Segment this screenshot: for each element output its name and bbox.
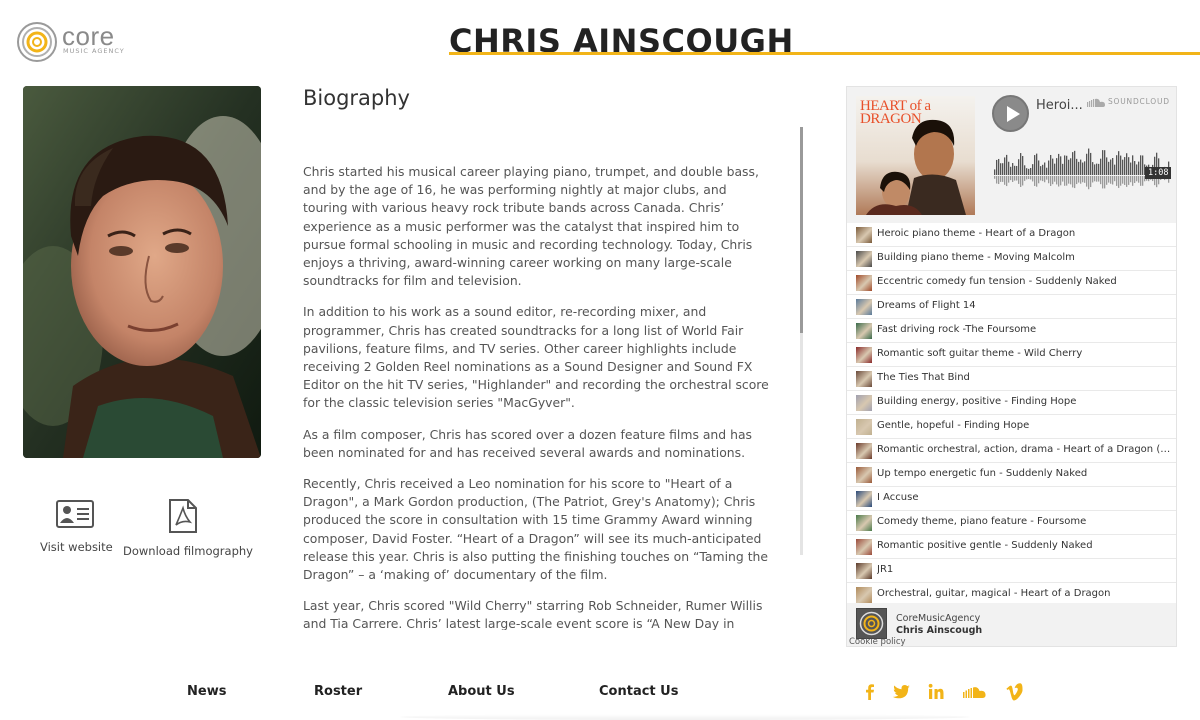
track-list-item[interactable]: Gentle, hopeful - Finding Hope (847, 415, 1176, 439)
biography-text[interactable]: Chris started his musical career playing… (303, 163, 773, 630)
track-list-item[interactable]: Romantic soft guitar theme - Wild Cherry (847, 343, 1176, 367)
biography-scrollbar-thumb[interactable] (800, 127, 803, 333)
track-thumbnail (856, 539, 872, 555)
waveform[interactable] (994, 145, 1170, 195)
soundcloud-player[interactable]: HEART of a DRAGON Heroi... SOUNDCLOUD 1:… (846, 86, 1177, 647)
play-button[interactable] (992, 95, 1029, 132)
account-avatar[interactable] (856, 608, 887, 639)
track-title: Orchestral, guitar, magical - Heart of a… (877, 588, 1111, 599)
track-title: Romantic orchestral, action, drama - Hea… (877, 444, 1172, 455)
nav-about-us[interactable]: About Us (448, 684, 515, 699)
linkedin-icon[interactable] (926, 683, 946, 701)
current-track-title[interactable]: Heroi... (1036, 98, 1083, 113)
track-title: Romantic soft guitar theme - Wild Cherry (877, 348, 1083, 359)
cookie-policy-link[interactable]: Cookie policy (849, 637, 906, 646)
download-filmography-label: Download filmography (123, 544, 253, 558)
track-list-item[interactable]: JR1 (847, 559, 1176, 583)
track-list-item[interactable]: Romantic orchestral, action, drama - Hea… (847, 439, 1176, 463)
visit-website-label: Visit website (40, 540, 113, 554)
playlist-owner[interactable]: Chris Ainscough (896, 625, 982, 636)
track-title: Building energy, positive - Finding Hope (877, 396, 1077, 407)
soundcloud-logo-icon (1087, 98, 1105, 107)
track-thumbnail (856, 563, 872, 579)
pdf-document-icon (169, 499, 197, 533)
biography-paragraph: Last year, Chris scored "Wild Cherry" st… (303, 598, 763, 630)
contact-card-icon (56, 500, 94, 528)
track-list-item[interactable]: Eccentric comedy fun tension - Suddenly … (847, 271, 1176, 295)
biography-heading: Biography (303, 86, 410, 110)
artwork-title: HEART of a DRAGON (860, 98, 931, 127)
track-list-item[interactable]: Building piano theme - Moving Malcolm (847, 247, 1176, 271)
track-list-item[interactable]: The Ties That Bind (847, 367, 1176, 391)
track-thumbnail (856, 323, 872, 339)
track-duration: 1:08 (1145, 167, 1172, 179)
track-title: Building piano theme - Moving Malcolm (877, 252, 1075, 263)
biography-paragraph: In addition to his work as a sound edito… (303, 304, 769, 411)
track-thumbnail (856, 419, 872, 435)
track-list-item[interactable]: Building energy, positive - Finding Hope (847, 391, 1176, 415)
visit-website-button[interactable]: Visit website (40, 498, 113, 554)
twitter-icon[interactable] (891, 683, 911, 701)
soundcloud-brand-label: SOUNDCLOUD (1108, 97, 1170, 106)
track-title: Up tempo energetic fun - Suddenly Naked (877, 468, 1088, 479)
track-title: The Ties That Bind (877, 372, 970, 383)
track-thumbnail (856, 491, 872, 507)
track-list-item[interactable]: Romantic positive gentle - Suddenly Nake… (847, 535, 1176, 559)
track-title: JR1 (877, 564, 894, 575)
soundcloud-brand[interactable]: SOUNDCLOUD (1087, 97, 1170, 107)
track-thumbnail (856, 395, 872, 411)
track-title: Heroic piano theme - Heart of a Dragon (877, 228, 1076, 239)
track-title: Comedy theme, piano feature - Foursome (877, 516, 1087, 527)
track-title: Dreams of Flight 14 (877, 300, 976, 311)
track-list[interactable]: Heroic piano theme - Heart of a Dragon Bu… (847, 223, 1176, 603)
vimeo-icon[interactable] (1004, 683, 1024, 701)
soundcloud-footer: CoreMusicAgency Chris Ainscough Cookie p… (847, 603, 1176, 646)
track-list-item[interactable]: Orchestral, guitar, magical - Heart of a… (847, 583, 1176, 603)
track-list-item[interactable]: Heroic piano theme - Heart of a Dragon (847, 223, 1176, 247)
core-logo[interactable]: core MUSIC AGENCY (16, 20, 136, 64)
biography-paragraph: Chris started his musical career playing… (303, 164, 759, 289)
nav-contact-us[interactable]: Contact Us (599, 684, 678, 699)
track-list-item[interactable]: Up tempo energetic fun - Suddenly Naked (847, 463, 1176, 487)
track-thumbnail (856, 587, 872, 603)
nav-roster[interactable]: Roster (314, 684, 362, 699)
facebook-icon[interactable] (860, 683, 880, 701)
download-filmography-button[interactable]: Download filmography (123, 498, 253, 558)
track-thumbnail (856, 371, 872, 387)
artist-portrait (23, 86, 261, 458)
track-thumbnail (856, 227, 872, 243)
track-title: Romantic positive gentle - Suddenly Nake… (877, 540, 1093, 551)
biography-scrollbar[interactable] (800, 127, 803, 555)
track-list-item[interactable]: I Accuse (847, 487, 1176, 511)
track-title: Gentle, hopeful - Finding Hope (877, 420, 1030, 431)
logo-subtitle: MUSIC AGENCY (63, 47, 125, 55)
track-title: Eccentric comedy fun tension - Suddenly … (877, 276, 1117, 287)
soundcloud-icon[interactable] (963, 683, 987, 701)
track-thumbnail (856, 347, 872, 363)
logo-rings-icon (17, 22, 57, 62)
track-thumbnail (856, 251, 872, 267)
track-thumbnail (856, 515, 872, 531)
footer-shadow (400, 714, 970, 720)
title-underline (449, 52, 1200, 55)
account-name[interactable]: CoreMusicAgency (896, 613, 980, 624)
track-list-item[interactable]: Dreams of Flight 14 (847, 295, 1176, 319)
track-thumbnail (856, 443, 872, 459)
track-thumbnail (856, 467, 872, 483)
track-title: Fast driving rock -The Foursome (877, 324, 1037, 335)
track-thumbnail (856, 275, 872, 291)
track-thumbnail (856, 299, 872, 315)
track-list-item[interactable]: Fast driving rock -The Foursome (847, 319, 1176, 343)
track-list-item[interactable]: Comedy theme, piano feature - Foursome (847, 511, 1176, 535)
track-title: I Accuse (877, 492, 919, 503)
track-artwork[interactable]: HEART of a DRAGON (856, 96, 975, 215)
nav-news[interactable]: News (187, 684, 226, 699)
biography-paragraph: As a film composer, Chris has scored ove… (303, 426, 752, 460)
biography-paragraph: Recently, Chris received a Leo nominatio… (303, 476, 769, 583)
